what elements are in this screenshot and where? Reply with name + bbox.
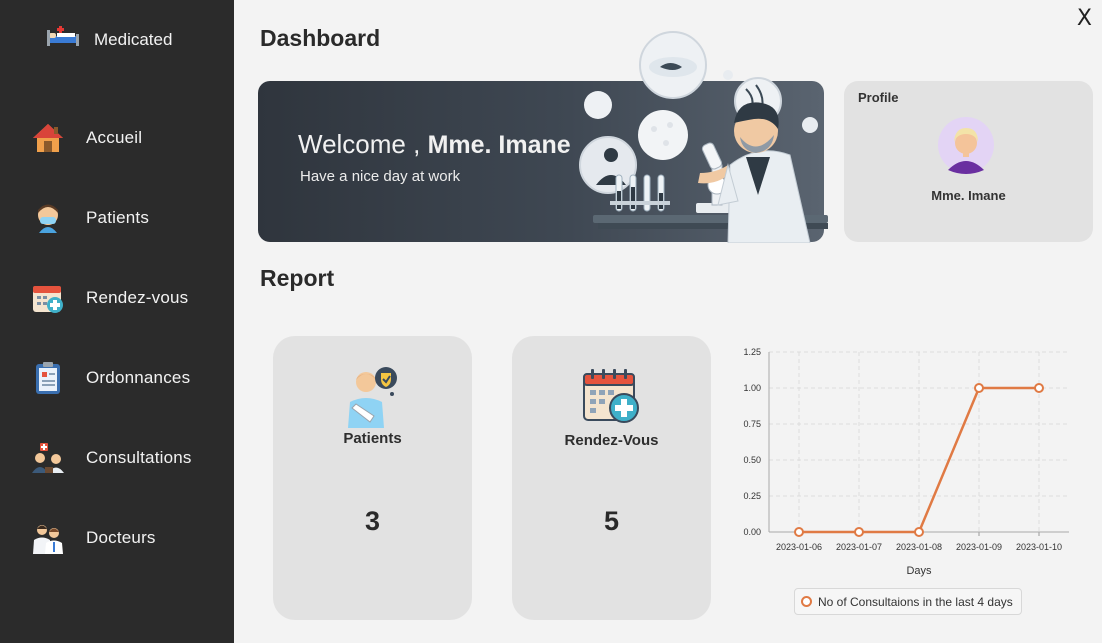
data-point <box>794 527 804 537</box>
sidebar-item-label: Ordonnances <box>86 368 191 387</box>
profile-card: Profile Mme. Imane <box>844 81 1093 242</box>
page-title: Dashboard <box>260 25 381 51</box>
sidebar-item-ordonnances[interactable]: Ordonnances <box>30 356 220 400</box>
data-point <box>914 527 924 537</box>
welcome-subtitle: Have a nice day at work <box>300 168 461 185</box>
sidebar: Medicated Accueil Patients Rendez-vous O… <box>0 0 234 643</box>
patients-stat-value: 3 <box>364 506 381 536</box>
y-tick-label: 0.75 <box>743 419 761 429</box>
consultations-line-chart: 0.00 0.25 0.50 0.75 1.00 1.25 2023-01-06 2023-0… <box>732 340 1082 625</box>
legend-marker <box>801 596 812 607</box>
scientist-microscope-illustration <box>578 25 828 244</box>
patients-stat-label: Patients <box>343 430 402 447</box>
y-tick-label: 0.25 <box>743 491 761 501</box>
hospital-bed-icon <box>46 24 82 55</box>
y-tick-label: 1.00 <box>743 383 761 393</box>
home-icon <box>30 120 66 156</box>
sidebar-item-rendez-vous[interactable]: Rendez-vous <box>30 276 220 320</box>
prescription-icon <box>30 360 66 396</box>
x-tick-label: 2023-01-07 <box>836 542 882 552</box>
profile-name: Mme. Imane <box>931 188 1006 203</box>
legend-label: No of Consultaions in the last 4 days <box>818 594 1013 609</box>
brand-name: Medicated <box>94 29 173 49</box>
sidebar-item-patients[interactable]: Patients <box>30 196 220 240</box>
sidebar-item-docteurs[interactable]: Docteurs <box>30 516 220 560</box>
chart-legend: No of Consultaions in the last 4 days <box>794 588 1022 615</box>
x-tick-label: 2023-01-06 <box>776 542 822 552</box>
close-button[interactable]: X <box>1077 6 1092 31</box>
doctors-icon <box>30 520 66 556</box>
welcome-message: Welcome , Mme. Imane <box>298 129 571 160</box>
y-tick-label: 0.00 <box>743 527 761 537</box>
data-point <box>854 527 864 537</box>
avatar[interactable] <box>937 116 995 174</box>
data-point <box>974 383 984 393</box>
x-axis-label: Days <box>906 565 932 577</box>
sidebar-item-label: Docteurs <box>86 528 156 547</box>
rendez-vous-stat-card[interactable]: Rendez-Vous 5 <box>512 336 711 620</box>
patients-stat-card[interactable]: Patients 3 <box>273 336 472 620</box>
y-tick-label: 1.25 <box>743 347 761 357</box>
report-title: Report <box>260 265 335 291</box>
calendar-icon <box>30 280 66 316</box>
rendez-vous-stat-label: Rendez-Vous <box>564 432 659 449</box>
x-tick-label: 2023-01-09 <box>956 542 1002 552</box>
welcome-banner: Welcome , Mme. Imane Have a nice day at … <box>258 31 828 244</box>
sidebar-item-label: Patients <box>86 208 150 227</box>
y-tick-label: 0.50 <box>743 455 761 465</box>
patient-icon <box>30 200 66 236</box>
patient-icon <box>340 366 404 430</box>
chart-canvas: 0.00 0.25 0.50 0.75 1.00 1.25 2023-01-06 2023-0… <box>743 347 1069 577</box>
sidebar-item-label: Rendez-vous <box>86 288 189 307</box>
rendez-vous-stat-value: 5 <box>603 506 620 536</box>
calendar-icon <box>582 368 646 432</box>
consultation-icon <box>30 440 66 476</box>
x-tick-label: 2023-01-10 <box>1016 542 1062 552</box>
data-point <box>1034 383 1044 393</box>
sidebar-item-label: Consultations <box>86 448 192 467</box>
brand: Medicated <box>46 24 172 55</box>
welcome-user-name: Mme. Imane <box>427 131 571 159</box>
profile-title: Profile <box>858 90 899 105</box>
sidebar-item-consultations[interactable]: Consultations <box>30 436 220 480</box>
sidebar-item-accueil[interactable]: Accueil <box>30 116 220 160</box>
sidebar-item-label: Accueil <box>86 128 143 147</box>
welcome-prefix: Welcome , <box>298 129 421 159</box>
x-tick-label: 2023-01-08 <box>896 542 942 552</box>
